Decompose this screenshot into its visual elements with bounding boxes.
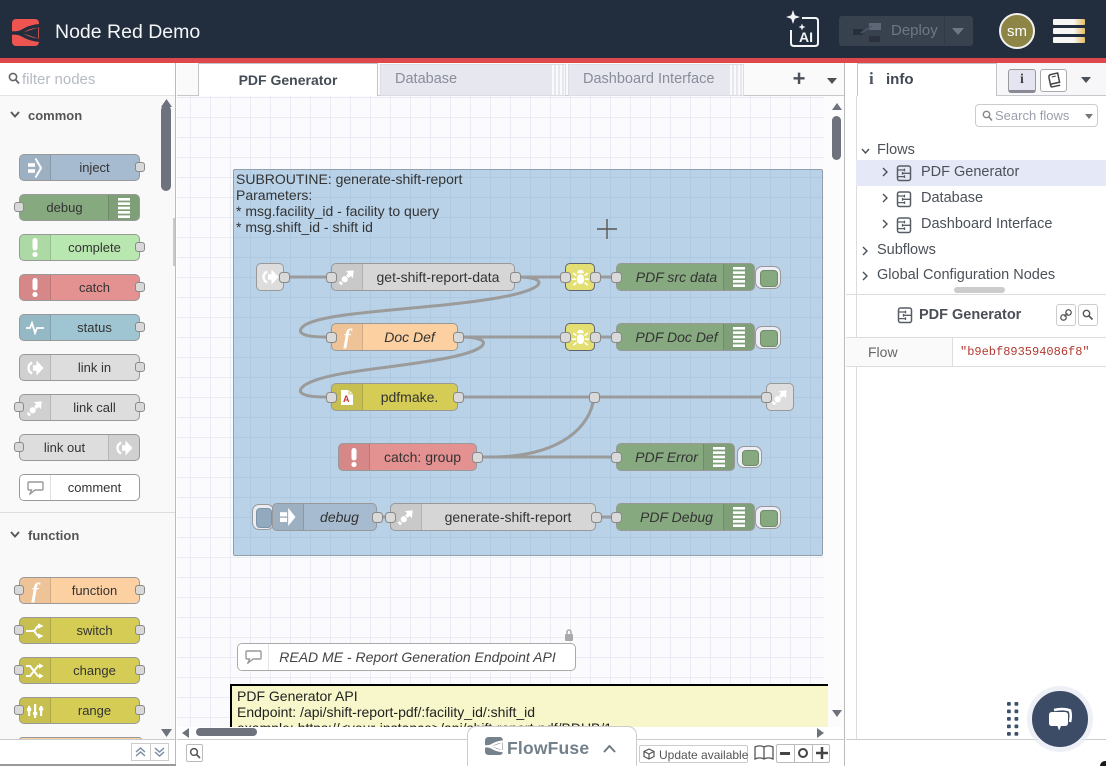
svg-text:AI: AI xyxy=(799,29,813,45)
svg-text:A: A xyxy=(343,394,350,404)
